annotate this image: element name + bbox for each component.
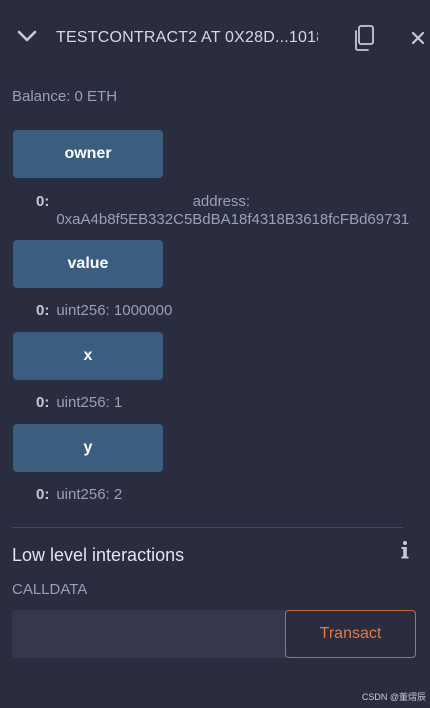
value-button[interactable]: value	[13, 240, 163, 288]
info-icon[interactable]	[398, 540, 412, 560]
transact-button[interactable]: Transact	[285, 610, 416, 658]
result-value: uint256: 1	[56, 394, 123, 411]
owner-button[interactable]: owner	[13, 130, 163, 178]
balance-text: Balance: 0 ETH	[12, 88, 118, 105]
calldata-input[interactable]	[12, 610, 286, 658]
contract-title: TESTCONTRACT2 AT 0X28D...10188 (	[56, 29, 318, 46]
section-divider	[12, 527, 403, 528]
owner-result: 0: address: 0xaA4b8f5EB332C5BdBA18f4318B…	[36, 193, 410, 229]
copy-icon[interactable]	[352, 24, 376, 52]
result-index: 0:	[36, 394, 50, 411]
x-button[interactable]: x	[13, 332, 163, 380]
result-value: address: 0xaA4b8f5EB332C5BdBA18f4318B361…	[56, 193, 410, 228]
contract-header: TESTCONTRACT2 AT 0X28D...10188 (	[0, 0, 430, 78]
value-result: 0: uint256: 1000000	[36, 302, 172, 320]
chevron-down-icon[interactable]	[16, 28, 38, 44]
x-result: 0: uint256: 1	[36, 394, 122, 412]
y-button[interactable]: y	[13, 424, 163, 472]
watermark: CSDN @董熠辰	[361, 692, 426, 702]
result-value: uint256: 2	[56, 486, 123, 503]
close-icon[interactable]	[410, 30, 426, 46]
low-level-title: Low level interactions	[12, 545, 185, 565]
y-result: 0: uint256: 2	[36, 486, 122, 504]
result-index: 0:	[36, 486, 50, 503]
result-index: 0:	[36, 193, 50, 210]
result-index: 0:	[36, 302, 50, 319]
calldata-label: CALLDATA	[12, 581, 88, 598]
result-value: uint256: 1000000	[56, 302, 173, 319]
